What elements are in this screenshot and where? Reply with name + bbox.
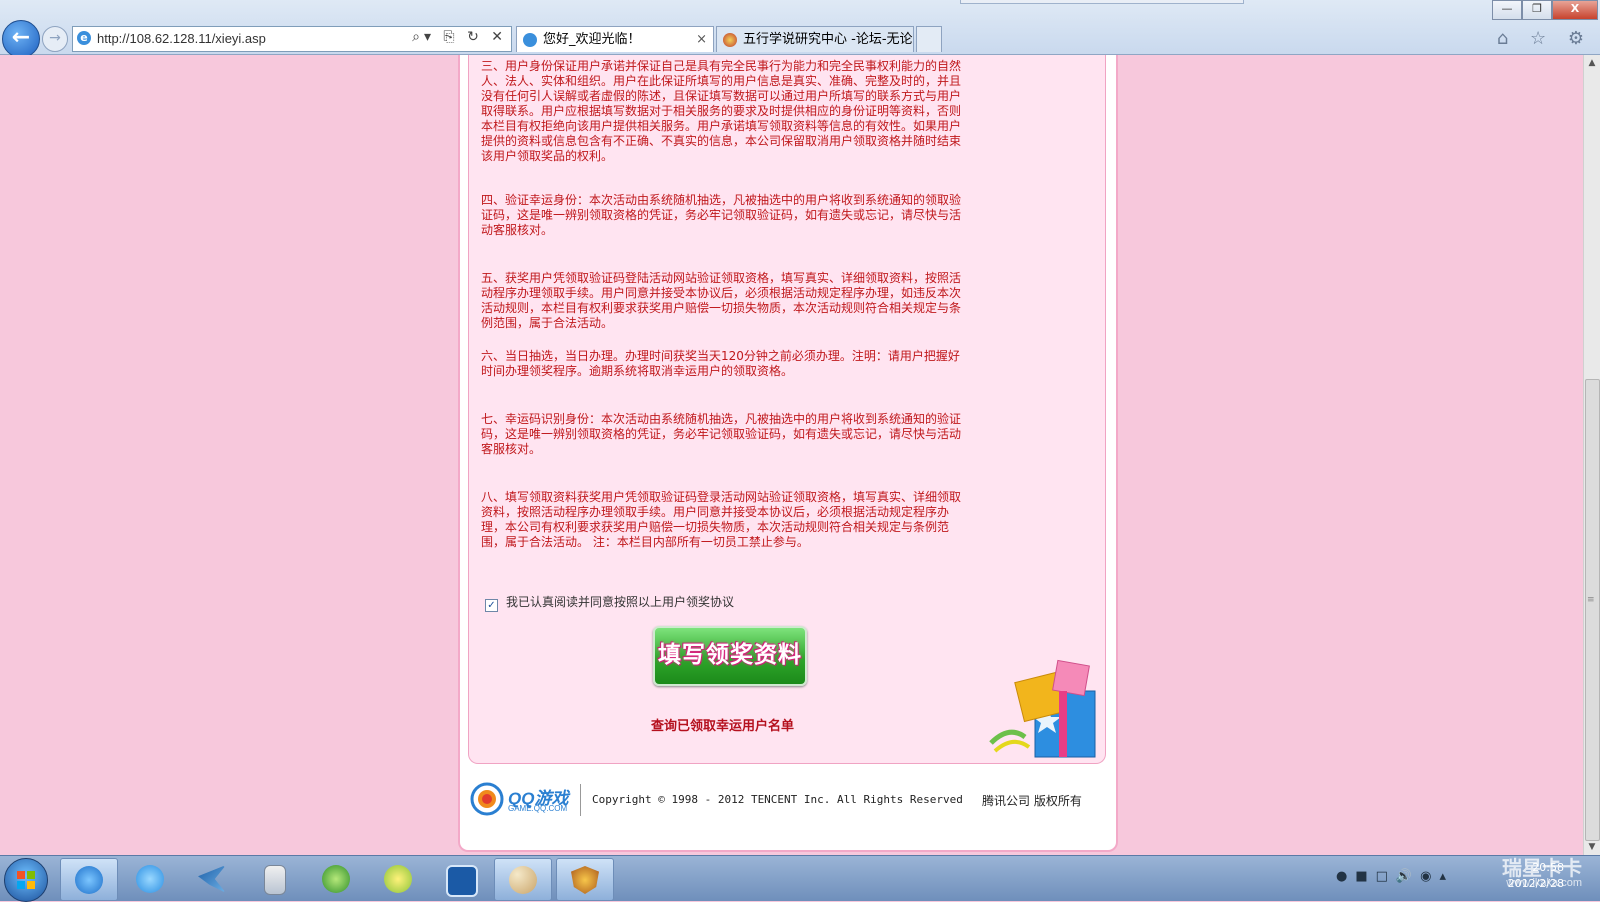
restore-button[interactable]: ❐ [1522, 0, 1552, 20]
address-controls[interactable]: ⌕▾ ⎘ ↻ ✕ [412, 29, 507, 45]
taskbar-globe-button[interactable] [308, 858, 364, 899]
ie-icon [75, 866, 103, 894]
close-window-button[interactable]: X [1552, 0, 1598, 20]
tab-label: 您好_欢迎光临！ [543, 32, 641, 47]
taskbar-qq-button[interactable] [122, 858, 178, 899]
minimize-button[interactable]: — [1492, 0, 1522, 20]
title-strip [960, 0, 1244, 4]
globe-icon [322, 865, 350, 893]
tab-welcome[interactable]: 您好_欢迎光临！ × [516, 26, 714, 52]
fruit-icon [384, 865, 412, 893]
ie-page-icon: e [77, 31, 91, 45]
taskbar-fruit-button[interactable] [370, 858, 426, 899]
address-bar[interactable]: e http://108.62.128.11/xieyi.asp ⌕▾ ⎘ ↻ … [72, 26, 512, 52]
qq-icon [136, 865, 164, 893]
agree-row: ✓ 我已认真阅读并同意按照以上用户领奖协议 [485, 593, 734, 612]
watermark-site: www.ikaka.com [1506, 877, 1582, 889]
forward-button[interactable]: → [42, 26, 68, 52]
back-button[interactable]: ← [2, 20, 40, 58]
agree-checkbox[interactable]: ✓ [485, 599, 498, 612]
terms-paragraph-6: 六、当日抽选，当日办理。办理时间获奖当天120分钟之前必须办理。注明：请用户把握… [481, 349, 960, 378]
qq-logo-subtext: GAME.QQ.COM [508, 804, 568, 813]
qq-games-logo[interactable]: QQ游戏 GAME.QQ.COM [470, 780, 576, 820]
tab-forum[interactable]: 五行学说研究中心 -论坛-无论... [716, 26, 914, 52]
windows-flag-icon [17, 871, 35, 889]
terms-paragraph-8: 八、填写领取资料获奖用户凭领取验证码登录活动网站验证领取资格，填写真实、详细领取… [481, 490, 962, 549]
scrollbar-thumb[interactable] [1585, 379, 1600, 841]
shield-game-icon [571, 866, 599, 894]
paint-icon [509, 866, 537, 894]
taskbar-player-button[interactable] [432, 858, 488, 899]
terms-text: 三、用户身份保证用户承诺并保证自己是具有完全民事行为能力和完全民事权利能力的自然… [481, 59, 971, 550]
terms-paragraph-5: 五、获奖用户凭领取验证码登陆活动网站验证领取资格，填写真实、详细领取资料，按照活… [481, 271, 962, 330]
taskbar-shield-game-button[interactable] [556, 858, 614, 901]
footer-divider [580, 784, 581, 816]
scroll-down-arrow-icon[interactable]: ▼ [1584, 839, 1600, 855]
browser-toolbar: ← → e http://108.62.128.11/xieyi.asp ⌕▾ … [0, 0, 1600, 58]
page-content: 三、用户身份保证用户承诺并保证自己是具有完全民事行为能力和完全民事权利能力的自然… [0, 55, 1584, 855]
taskbar-ie-button[interactable] [60, 858, 118, 901]
new-tab-button[interactable] [916, 26, 942, 52]
bird-icon [198, 865, 226, 893]
calculator-icon [264, 865, 286, 895]
tray-icons[interactable]: ●■□🔊◉▴ [1336, 869, 1454, 884]
watermark: 瑞星卡卡 www.ikaka.com [1502, 852, 1582, 889]
terms-paragraph-3: 三、用户身份保证用户承诺并保证自己是具有完全民事行为能力和完全民事权利能力的自然… [481, 59, 962, 163]
taskbar-calculator-button[interactable] [246, 858, 302, 899]
forum-tab-icon [723, 33, 737, 47]
tab-label: 五行学说研究中心 -论坛-无论... [743, 32, 914, 47]
taskbar-paint-button[interactable] [494, 858, 552, 901]
company-rights-text: 腾讯公司 版权所有 [982, 794, 1082, 808]
toolbar-home-favorites-tools-icons[interactable]: ⌂ ☆ ⚙ [1497, 28, 1592, 49]
taskbar: ●■□🔊◉▴ 20:58 2012/2/28 [0, 855, 1600, 902]
terms-paragraph-7: 七、幸运码识别身份：本次活动由系统随机抽选，凡被抽选中的用户将收到系统通知的验证… [481, 412, 962, 456]
footer: QQ游戏 GAME.QQ.COM Copyright © 1998 - 2012… [470, 780, 1106, 840]
scrollbar-grip-icon: ≡ [1587, 595, 1595, 605]
taskbar-bird-button[interactable] [184, 858, 240, 899]
qq-logo-icon [470, 782, 504, 816]
agree-label[interactable]: 我已认真阅读并同意按照以上用户领奖协议 [506, 595, 734, 609]
main-container: 三、用户身份保证用户承诺并保证自己是具有完全民事行为能力和完全民事权利能力的自然… [458, 55, 1118, 852]
copyright-text: Copyright © 1998 - 2012 TENCENT Inc. All… [592, 793, 963, 806]
scroll-up-arrow-icon[interactable]: ▲ [1584, 55, 1600, 71]
fill-prize-info-button[interactable]: 填写领奖资料 [653, 626, 807, 686]
query-winners-link[interactable]: 查询已领取幸运用户名单 [651, 715, 794, 734]
terms-panel: 三、用户身份保证用户承诺并保证自己是具有完全民事行为能力和完全民事权利能力的自然… [468, 55, 1106, 764]
terms-paragraph-4: 四、验证幸运身份：本次活动由系统随机抽选，凡被抽选中的用户将收到系统通知的领取验… [481, 193, 962, 237]
gift-box-icon [989, 659, 1096, 758]
start-button[interactable] [4, 858, 48, 902]
player-icon [446, 865, 478, 897]
window-controls: — ❐ X [1492, 0, 1598, 20]
address-url[interactable]: http://108.62.128.11/xieyi.asp [97, 31, 266, 46]
ie-tab-icon [523, 33, 537, 47]
vertical-scrollbar[interactable]: ▲ ≡ ▼ [1583, 55, 1600, 855]
tab-close-icon[interactable]: × [696, 27, 707, 52]
